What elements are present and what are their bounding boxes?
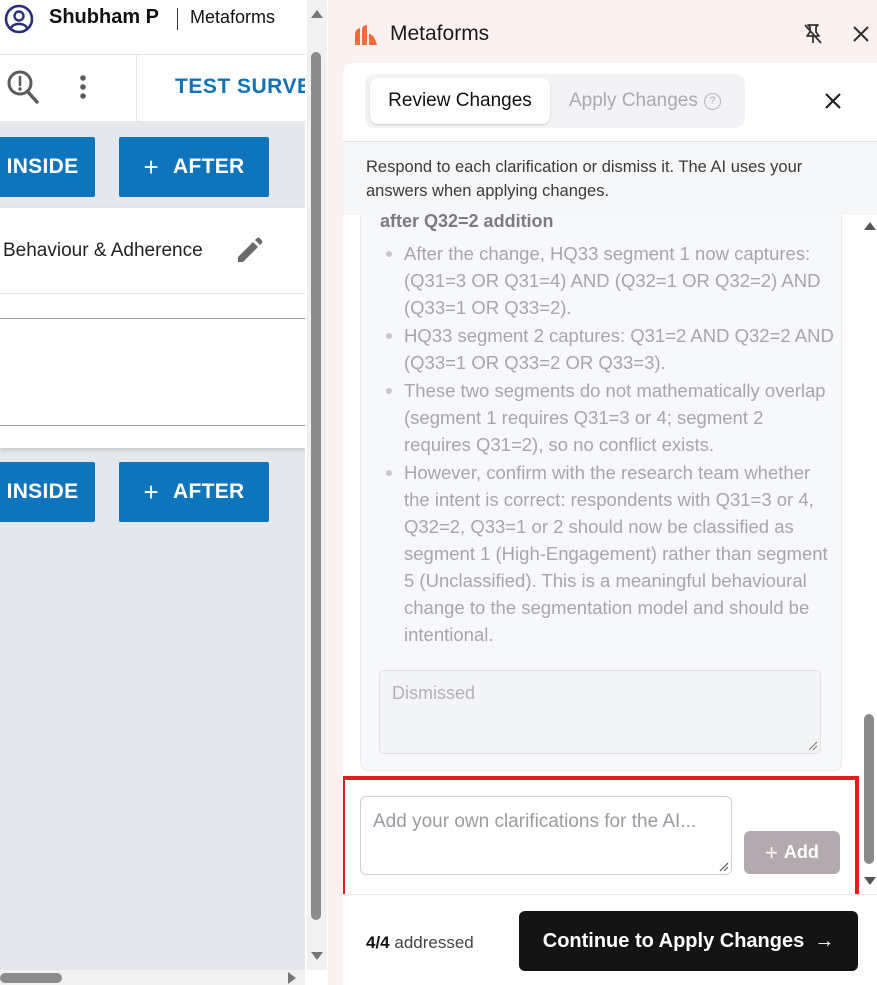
count-value: 4/4 <box>366 933 390 952</box>
user-name: Shubham P <box>49 6 160 28</box>
divider <box>0 425 305 426</box>
list-item: After the change, HQ33 segment 1 now cap… <box>386 240 834 321</box>
button-label: INSIDE <box>6 480 79 503</box>
unpin-icon[interactable] <box>801 22 825 46</box>
user-avatar-icon[interactable] <box>4 4 34 34</box>
survey-editor-pane: Shubham P Metaforms TEST SURVEY INSIDE +… <box>0 0 305 985</box>
progress-count: 4/4 addressed <box>366 933 474 953</box>
scroll-up-arrow-icon[interactable] <box>864 222 876 230</box>
panel-footer: 4/4 addressed Continue to Apply Changes … <box>343 894 877 985</box>
tab-label: Apply Changes <box>569 90 698 111</box>
button-label: AFTER <box>172 480 245 503</box>
arrow-right-icon: → <box>814 929 835 952</box>
tab-review-changes[interactable]: Review Changes <box>370 78 550 124</box>
list-item: These two segments do not mathematically… <box>386 377 834 458</box>
clarification-bullets: After the change, HQ33 segment 1 now cap… <box>386 240 834 649</box>
response-placeholder: Dismissed <box>392 683 476 703</box>
scroll-right-arrow-icon[interactable] <box>288 972 296 984</box>
insert-inside-button[interactable]: INSIDE <box>0 462 95 522</box>
review-content: Review Changes Apply Changes ? Respond t… <box>343 63 877 985</box>
divider <box>0 293 305 294</box>
scrollbar-thumb[interactable] <box>864 714 874 864</box>
resize-grip-icon[interactable] <box>808 741 818 751</box>
scrollbar-thumb[interactable] <box>311 52 321 920</box>
question-card: Behaviour & Adherence <box>0 208 305 448</box>
top-bar: Shubham P Metaforms <box>0 0 305 55</box>
horizontal-scrollbar[interactable] <box>0 970 305 985</box>
brand-name: Metaforms <box>190 7 276 27</box>
scroll-down-arrow-icon[interactable] <box>864 877 876 885</box>
button-label: INSIDE <box>6 155 79 178</box>
insert-inside-button[interactable]: INSIDE <box>0 137 95 197</box>
edit-pencil-icon[interactable] <box>234 236 264 266</box>
section-title: Behaviour & Adherence <box>3 240 203 261</box>
tab-apply-changes[interactable]: Apply Changes ? <box>569 78 721 124</box>
insert-after-button[interactable]: + AFTER <box>119 137 269 197</box>
close-icon[interactable] <box>850 23 872 45</box>
continue-to-apply-button[interactable]: Continue to Apply Changes → <box>519 911 858 971</box>
insert-after-button[interactable]: + AFTER <box>119 462 269 522</box>
panel-title: Metaforms <box>390 22 490 45</box>
search-question-icon[interactable] <box>6 69 40 105</box>
list-item: HQ33 segment 2 captures: Q31=2 AND Q32=2… <box>386 322 834 376</box>
clarification-item: after Q32=2 addition After the change, H… <box>360 214 842 771</box>
clarification-heading: after Q32=2 addition <box>380 214 554 231</box>
instructions-text: Respond to each clarification or dismiss… <box>366 158 803 200</box>
add-clarification-section: Add your own clarifications for the AI..… <box>343 774 861 898</box>
close-icon[interactable] <box>823 91 843 111</box>
tab-bar: Review Changes Apply Changes ? <box>365 74 745 128</box>
more-vertical-icon[interactable] <box>74 73 92 103</box>
list-item: However, confirm with the research team … <box>386 459 834 648</box>
scroll-down-arrow-icon[interactable] <box>311 952 323 960</box>
highlight-box <box>343 776 859 898</box>
scroll-up-arrow-icon[interactable] <box>311 10 323 18</box>
survey-toolbar: TEST SURVEY <box>0 55 305 121</box>
plus-icon: + <box>143 151 159 182</box>
button-label: AFTER <box>172 155 245 178</box>
metaforms-logo-icon <box>355 25 377 45</box>
ai-assistant-panel: Metaforms Review Changes Apply Changes ?… <box>328 0 877 985</box>
survey-title-link[interactable]: TEST SURVEY <box>175 75 305 99</box>
vertical-scrollbar[interactable] <box>861 214 877 894</box>
divider <box>177 8 178 30</box>
help-icon[interactable]: ? <box>703 92 721 110</box>
response-textarea[interactable]: Dismissed <box>379 670 821 754</box>
button-label: Continue to Apply Changes <box>542 929 805 952</box>
count-suffix: addressed <box>394 933 474 952</box>
instructions-banner: Respond to each clarification or dismiss… <box>343 141 877 215</box>
divider <box>136 55 137 121</box>
vertical-scrollbar[interactable] <box>307 0 327 970</box>
scrollbar-thumb[interactable] <box>0 973 62 983</box>
plus-icon: + <box>143 476 159 507</box>
clarifications-list: after Q32=2 addition After the change, H… <box>343 214 877 774</box>
divider <box>0 318 305 319</box>
